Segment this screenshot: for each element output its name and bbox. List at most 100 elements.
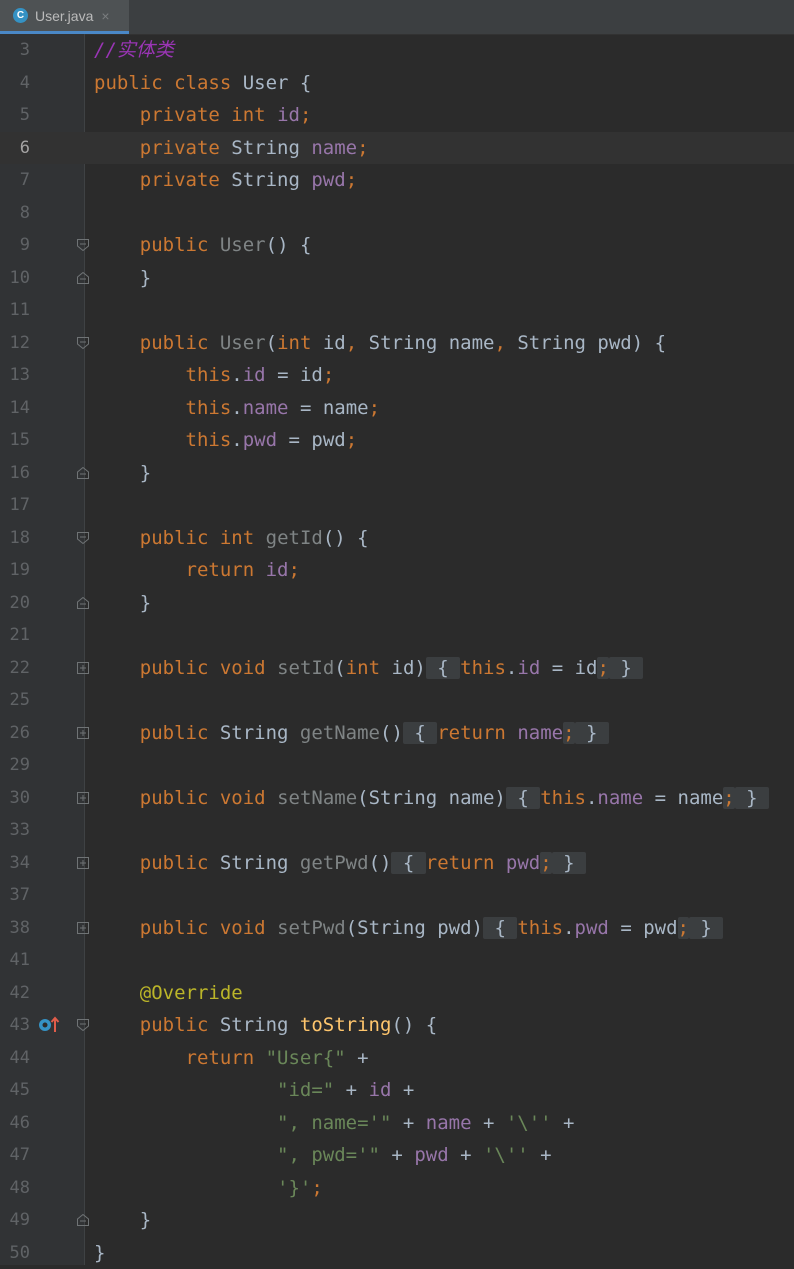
fold-expand-icon[interactable] [77,727,89,739]
override-method-icon[interactable] [37,1016,61,1034]
line-number: 10 [0,262,30,295]
code-line[interactable]: 6 private String name; [0,132,794,165]
code-line[interactable]: 9 public User() { [0,229,794,262]
code-editor[interactable]: 3//实体类4 public class User {5 private int … [0,34,794,1265]
line-number: 14 [0,392,30,425]
code-line[interactable]: 33 [0,814,794,847]
code-text: public User() { [94,229,311,262]
code-line[interactable]: 17 [0,489,794,522]
line-number: 7 [0,164,30,197]
line-number: 25 [0,684,30,717]
code-line[interactable]: 19 return id; [0,554,794,587]
fold-expand-icon[interactable] [77,922,89,934]
line-number: 21 [0,619,30,652]
code-line[interactable]: 21 [0,619,794,652]
code-line[interactable]: 44 return "User{" + [0,1042,794,1075]
line-number: 38 [0,912,30,945]
code-line[interactable]: 13 this.id = id; [0,359,794,392]
code-line[interactable]: 4 public class User { [0,67,794,100]
code-line[interactable]: 25 [0,684,794,717]
code-text: public void setPwd(String pwd) { this.pw… [94,912,723,945]
line-number: 6 [0,132,30,165]
line-number: 45 [0,1074,30,1107]
code-line[interactable]: 41 [0,944,794,977]
fold-open-icon[interactable] [77,239,89,251]
code-text: "id=" + id + [94,1074,414,1107]
code-line[interactable]: 26 public String getName() { return name… [0,717,794,750]
code-line[interactable]: 50} [0,1237,794,1269]
code-line[interactable]: 34 public String getPwd() { return pwd; … [0,847,794,880]
code-text: '}'; [94,1172,323,1205]
line-number: 50 [0,1237,30,1269]
code-line[interactable]: 47 ", pwd='" + pwd + '\'' + [0,1139,794,1172]
code-line[interactable]: 46 ", name='" + name + '\'' + [0,1107,794,1140]
code-line[interactable]: 12 public User(int id, String name, Stri… [0,327,794,360]
line-number: 34 [0,847,30,880]
code-line[interactable]: 5 private int id; [0,99,794,132]
line-number: 18 [0,522,30,555]
tab-user-java[interactable]: C User.java × [0,0,129,34]
code-line[interactable]: 49 } [0,1204,794,1237]
close-tab-icon[interactable]: × [101,8,109,24]
line-number: 4 [0,67,30,100]
fold-open-icon[interactable] [77,1019,89,1031]
code-line[interactable]: 22 public void setId(int id) { this.id =… [0,652,794,685]
code-line[interactable]: 11 [0,294,794,327]
fold-expand-icon[interactable] [77,792,89,804]
code-text: @Override [94,977,243,1010]
line-number: 29 [0,749,30,782]
code-line[interactable]: 8 [0,197,794,230]
code-text: this.id = id; [94,359,334,392]
code-text: } [94,262,151,295]
code-text: public class User { [94,67,311,100]
code-text: public String getPwd() { return pwd; } [94,847,586,880]
code-text: return "User{" + [94,1042,369,1075]
code-text: public void setName(String name) { this.… [94,782,769,815]
fold-close-icon[interactable] [77,1214,89,1226]
code-text: private String name; [94,132,369,165]
code-text: this.pwd = pwd; [94,424,357,457]
code-line[interactable]: 7 private String pwd; [0,164,794,197]
line-number: 22 [0,652,30,685]
code-line[interactable]: 48 '}'; [0,1172,794,1205]
code-text: ", pwd='" + pwd + '\'' + [94,1139,552,1172]
line-number: 33 [0,814,30,847]
code-line[interactable]: 14 this.name = name; [0,392,794,425]
code-text: private int id; [94,99,311,132]
code-line[interactable]: 3//实体类 [0,34,794,67]
fold-close-icon[interactable] [77,272,89,284]
line-number: 46 [0,1107,30,1140]
code-line[interactable]: 18 public int getId() { [0,522,794,555]
code-line[interactable]: 29 [0,749,794,782]
code-line[interactable]: 15 this.pwd = pwd; [0,424,794,457]
fold-close-icon[interactable] [77,467,89,479]
fold-close-icon[interactable] [77,597,89,609]
code-line[interactable]: 30 public void setName(String name) { th… [0,782,794,815]
line-number: 3 [0,34,30,67]
line-number: 20 [0,587,30,620]
code-text: public String getName() { return name; } [94,717,609,750]
code-text: public void setId(int id) { this.id = id… [94,652,643,685]
code-line[interactable]: 37 [0,879,794,912]
line-number: 43 [0,1009,30,1042]
line-number: 12 [0,327,30,360]
fold-expand-icon[interactable] [77,662,89,674]
code-text: } [94,457,151,490]
code-line[interactable]: 42 @Override [0,977,794,1010]
code-line[interactable]: 10 } [0,262,794,295]
code-line[interactable]: 16 } [0,457,794,490]
line-number: 8 [0,197,30,230]
code-text: } [94,1204,151,1237]
line-number: 19 [0,554,30,587]
code-text: } [94,1237,105,1269]
fold-open-icon[interactable] [77,337,89,349]
code-line[interactable]: 43 public String toString() { [0,1009,794,1042]
code-line[interactable]: 38 public void setPwd(String pwd) { this… [0,912,794,945]
line-number: 37 [0,879,30,912]
code-text: return id; [94,554,300,587]
code-line[interactable]: 20 } [0,587,794,620]
line-number: 9 [0,229,30,262]
fold-expand-icon[interactable] [77,857,89,869]
code-line[interactable]: 45 "id=" + id + [0,1074,794,1107]
fold-open-icon[interactable] [77,532,89,544]
